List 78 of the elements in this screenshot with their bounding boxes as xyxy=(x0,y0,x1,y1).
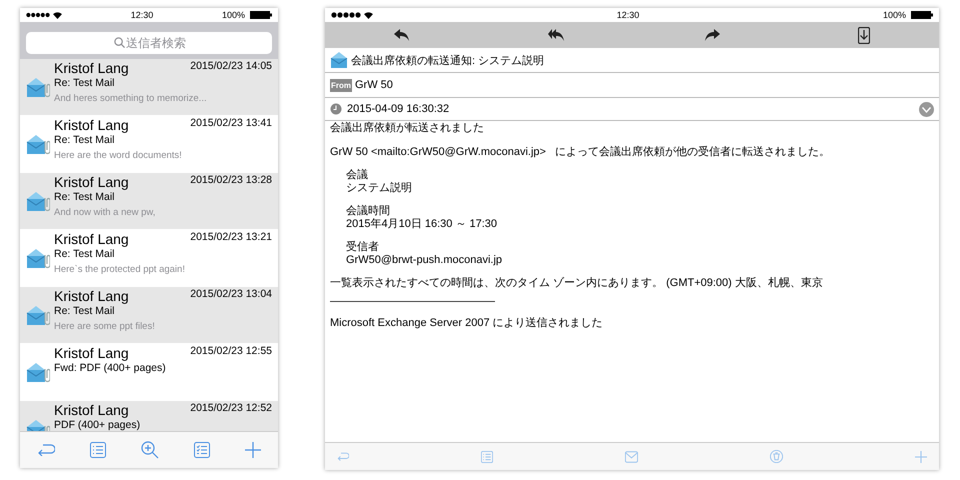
wifi-icon xyxy=(53,12,62,18)
download-icon[interactable] xyxy=(858,26,870,44)
mail-subject: Re: Test Mail xyxy=(54,133,116,147)
mail-subject: PDF (400+ pages) xyxy=(54,418,142,431)
search-field[interactable]: 送信者検索 xyxy=(26,32,272,54)
battery-percent: 100% xyxy=(882,10,906,20)
signal-icon xyxy=(331,12,361,18)
mail-subject: Fwd: PDF (400+ pages) xyxy=(54,361,167,375)
body-text: システム説明 xyxy=(346,182,412,194)
envelope-paperclip-icon xyxy=(26,190,50,212)
mail-list-item[interactable]: Kristof Lang 2015/02/23 14:05 Re: Test Mail And heres something to memorize... xyxy=(20,59,278,116)
back-arrow-icon[interactable] xyxy=(337,452,349,461)
mail-date: 2015/02/23 12:52 xyxy=(190,402,272,414)
zoom-in-icon[interactable] xyxy=(140,441,159,459)
envelope-paperclip-icon xyxy=(26,247,50,269)
list-icon[interactable] xyxy=(90,442,106,458)
mail-date: 2015/02/23 14:05 xyxy=(190,60,272,72)
plus-icon[interactable] xyxy=(915,450,927,462)
clock-time: 12:30 xyxy=(616,10,640,20)
mail-date: 2015-04-09 16:30:32 xyxy=(347,103,450,115)
mail-date: 2015/02/23 13:04 xyxy=(190,288,272,300)
envelope-paperclip-icon xyxy=(26,304,50,326)
mail-subject: Re: Test Mail xyxy=(54,304,116,318)
mail-subject: Re: Test Mail xyxy=(54,247,116,261)
body-text: GrW 50 <mailto:GrW50@GrW.moconavi.jp> によって会議出席依頼が他の受信者に転送されました。 xyxy=(330,146,830,158)
mail-preview: And now with a new pw, xyxy=(54,207,156,218)
body-text: Microsoft Exchange Server 2007 により送信されました xyxy=(330,316,603,329)
envelope-paperclip-icon xyxy=(26,133,50,155)
wifi-icon xyxy=(364,12,373,18)
mail-date: 2015/02/23 13:41 xyxy=(190,117,272,129)
mail-preview: And heres something to memorize... xyxy=(54,93,208,104)
mail-date: 2015/02/23 13:28 xyxy=(190,174,272,186)
mail-preview: Here are the word documents! xyxy=(54,150,183,161)
mail-date: 2015/02/23 13:21 xyxy=(190,231,272,243)
body-text: 受信者 xyxy=(346,241,379,254)
trash-icon[interactable] xyxy=(770,450,783,463)
body-text: 2015年4月10日 16:30 ～ 17:30 xyxy=(346,218,498,230)
checklist-icon[interactable] xyxy=(194,442,210,458)
mail-preview: Here are some ppt files! xyxy=(54,321,156,332)
body-text: GrW50@brwt-push.moconavi.jp xyxy=(346,254,502,266)
sender-name: Kristof Lang xyxy=(54,345,129,361)
envelope-icon xyxy=(330,52,348,68)
clock-time: 12:30 xyxy=(130,10,154,20)
mail-preview: Here`s the protected ppt again! xyxy=(54,264,186,275)
sender-name: Kristof Lang xyxy=(54,174,129,190)
reply-all-icon[interactable] xyxy=(548,29,566,41)
mail-list-item[interactable]: Kristof Lang 2015/02/23 13:28 Re: Test Mail And now with a new pw, xyxy=(20,173,278,230)
sender-name: Kristof Lang xyxy=(54,117,129,133)
sender-name: GrW 50 xyxy=(355,79,393,91)
body-text: 一覧表示されたすべての時間は、次のタイム ゾーン内にあります。 (GMT+09:00) 大阪、札幌、東京 xyxy=(330,277,823,290)
envelope-paperclip-icon xyxy=(26,361,50,383)
battery-percent: 100% xyxy=(222,10,245,20)
sender-name: Kristof Lang xyxy=(54,402,129,418)
envelope-icon[interactable] xyxy=(625,450,638,462)
mail-subject: Re: Test Mail xyxy=(54,190,116,204)
mail-date: 2015/02/23 12:55 xyxy=(190,345,272,357)
reply-icon[interactable] xyxy=(394,29,410,41)
from-badge: From xyxy=(330,78,352,92)
forward-icon[interactable] xyxy=(704,29,720,41)
body-text: 会議出席依頼が転送されました xyxy=(330,122,484,134)
back-arrow-icon[interactable] xyxy=(37,444,56,456)
chevron-down-icon[interactable] xyxy=(919,102,934,116)
mail-list-item[interactable]: Kristof Lang 2015/02/23 13:04 Re: Test Mail Here are some ppt files! xyxy=(20,287,278,344)
mail-subject: 会議出席依頼の転送通知: システム説明 xyxy=(351,54,544,68)
mail-list-item[interactable]: Kristof Lang 2015/02/23 12:52 PDF (400+ pages) xyxy=(20,401,278,431)
sender-name: Kristof Lang xyxy=(54,231,129,247)
plus-icon[interactable] xyxy=(244,442,261,458)
list-icon[interactable] xyxy=(481,450,493,462)
body-text: 会議時間 xyxy=(346,205,390,218)
sender-name: Kristof Lang xyxy=(54,288,129,304)
envelope-paperclip-icon xyxy=(26,76,50,98)
battery-icon xyxy=(911,11,933,19)
mail-subject: Re: Test Mail xyxy=(54,76,116,90)
signal-icon xyxy=(26,12,50,18)
battery-icon xyxy=(250,11,272,19)
clock-icon xyxy=(330,103,342,115)
sender-name: Kristof Lang xyxy=(54,60,129,76)
body-text: 会議 xyxy=(346,169,368,182)
